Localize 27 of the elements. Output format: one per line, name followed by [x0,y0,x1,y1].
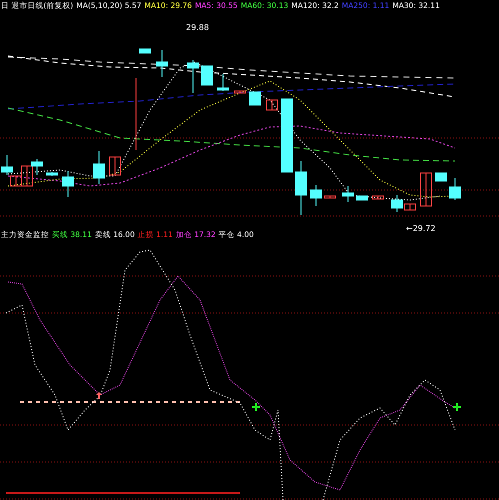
candlestick [372,196,384,200]
candlestick [342,186,354,202]
candlestick [310,184,322,206]
candlestick [217,74,229,92]
candlestick [324,196,336,198]
candlestick [201,66,213,86]
candlestick [295,160,307,216]
candlestick [234,90,246,94]
candlestick [266,100,278,110]
candlestick [449,178,461,200]
candlestick [187,60,199,94]
plus-icon [252,403,260,411]
candlestick [109,156,121,176]
price-label: ←29.72 [406,224,436,233]
candlestick [435,172,447,182]
candlestick [31,158,43,176]
up-arrow-icon [96,392,102,399]
candlestick [420,172,432,206]
candlestick [356,196,368,200]
candlestick [93,150,105,184]
candlestick [46,172,58,176]
plus-icon [453,403,461,411]
candlestick [139,48,151,54]
candlestick [249,92,261,106]
candlestick [156,50,168,78]
price-label: 29.88 [186,23,209,32]
candlestick [62,170,74,198]
